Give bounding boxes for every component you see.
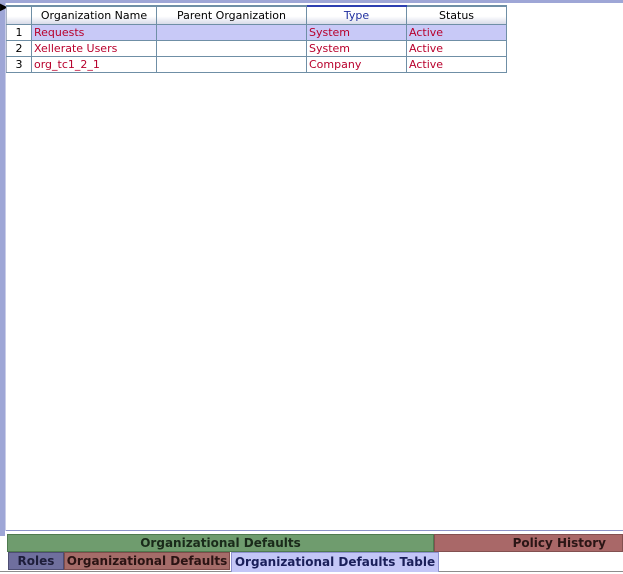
column-header-parent-organization[interactable]: Parent Organization [156, 5, 307, 25]
row-number: 3 [6, 56, 32, 73]
table-row[interactable]: 2 Xellerate Users System Active [6, 40, 507, 57]
organizations-table-panel: Organization Name Parent Organization Ty… [6, 3, 623, 531]
tab-roles[interactable]: Roles [8, 552, 64, 570]
tab-organizational-defaults[interactable]: Organizational Defaults [7, 534, 434, 552]
row-number: 2 [6, 40, 32, 57]
column-header-status[interactable]: Status [406, 5, 507, 25]
cell-status[interactable]: Active [406, 24, 507, 41]
tab-organizational-defaults-sub[interactable]: Organizational Defaults [64, 552, 230, 570]
cell-organization-name[interactable]: Requests [31, 24, 157, 41]
organizations-table: Organization Name Parent Organization Ty… [6, 5, 507, 73]
cell-status[interactable]: Active [406, 40, 507, 57]
tab-policy-history[interactable]: Policy History [434, 534, 623, 552]
cell-type[interactable]: System [306, 24, 407, 41]
cell-parent-organization[interactable] [156, 40, 307, 57]
cell-type[interactable]: Company [306, 56, 407, 73]
table-row[interactable]: 1 Requests System Active [6, 24, 507, 41]
cell-organization-name[interactable]: org_tc1_2_1 [31, 56, 157, 73]
column-header-row-number[interactable] [6, 5, 32, 25]
table-row[interactable]: 3 org_tc1_2_1 Company Active [6, 56, 507, 73]
column-header-type[interactable]: Type [306, 5, 407, 25]
column-header-organization-name[interactable]: Organization Name [31, 5, 157, 25]
cell-status[interactable]: Active [406, 56, 507, 73]
table-header-row: Organization Name Parent Organization Ty… [6, 5, 507, 25]
cell-type[interactable]: System [306, 40, 407, 57]
cell-parent-organization[interactable] [156, 56, 307, 73]
cell-organization-name[interactable]: Xellerate Users [31, 40, 157, 57]
tab-organizational-defaults-table[interactable]: Organizational Defaults Table [231, 552, 439, 572]
cell-parent-organization[interactable] [156, 24, 307, 41]
row-number: 1 [6, 24, 32, 41]
